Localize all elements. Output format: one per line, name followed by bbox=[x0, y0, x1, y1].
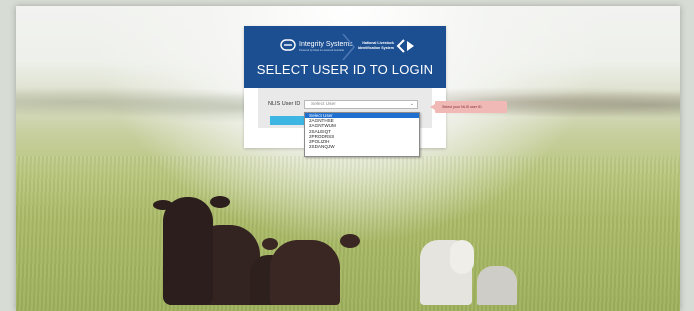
calf bbox=[270, 240, 340, 305]
nlis-logo-icon bbox=[396, 39, 414, 53]
user-id-select[interactable]: Select User ⌄ bbox=[304, 100, 418, 109]
select-current-value: Select User bbox=[311, 102, 336, 107]
cow-ear bbox=[153, 200, 173, 210]
integrity-systems-logo-icon bbox=[280, 39, 296, 51]
chevron-down-icon: ⌄ bbox=[409, 101, 414, 107]
dropdown-option[interactable]: 2SDANQJW bbox=[305, 144, 419, 149]
goat-small bbox=[477, 266, 517, 305]
calf-ear bbox=[340, 234, 360, 248]
page-title: SELECT USER ID TO LOGIN bbox=[256, 62, 434, 77]
nlis-name-line2: Identification System bbox=[357, 46, 394, 50]
brand-tagline: Powered by Meat & Livestock Australia bbox=[299, 49, 344, 52]
goat-head bbox=[450, 240, 474, 274]
header-banner: Integrity Systems Powered by Meat & Live… bbox=[244, 26, 446, 88]
cow-left bbox=[163, 197, 213, 305]
chevron-divider-icon bbox=[342, 34, 355, 60]
user-id-label: NLIS User ID bbox=[268, 101, 301, 107]
cow-ear bbox=[210, 196, 230, 208]
calf-ear bbox=[262, 238, 278, 250]
nlis-name: National Livestock Identification System bbox=[356, 41, 394, 51]
user-id-dropdown-list: Select User 2AGNTHSE 2AGNTWUM 2SALEIQT 2… bbox=[304, 112, 420, 157]
logo-row: Integrity Systems Powered by Meat & Live… bbox=[244, 34, 446, 60]
validation-tooltip: Select your NLIS user ID bbox=[430, 101, 507, 113]
tooltip-text: Select your NLIS user ID bbox=[442, 104, 482, 109]
